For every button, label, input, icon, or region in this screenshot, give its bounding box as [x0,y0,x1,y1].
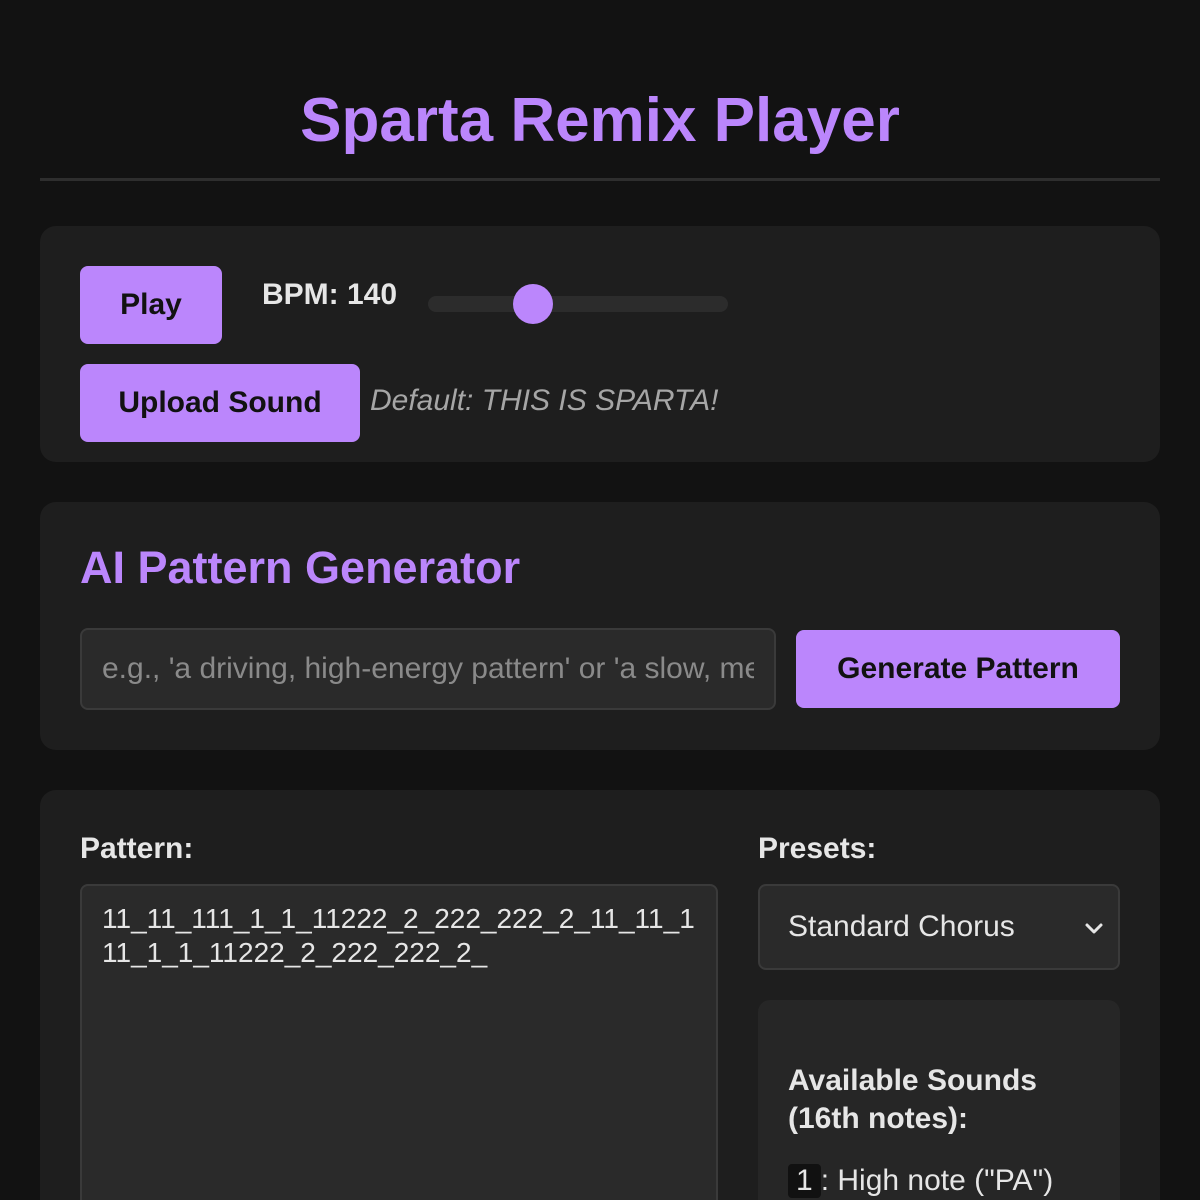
title-divider [40,178,1160,181]
available-sounds-panel: Available Sounds (16th notes): 1: High n… [758,1000,1120,1200]
presets-selected-value: Standard Chorus [788,910,1015,943]
default-sound-note: Default: THIS IS SPARTA! [370,384,719,417]
pattern-label: Pattern: [80,832,194,865]
page: Sparta Remix Player Play BPM: 140 Upload… [0,0,1200,1200]
play-button[interactable]: Play [80,266,222,344]
bpm-label: BPM: 140 [262,278,398,311]
pattern-prompt-input[interactable] [80,628,776,710]
chevron-down-icon [1085,923,1103,934]
bpm-slider-thumb[interactable] [513,284,553,324]
upload-sound-button[interactable]: Upload Sound [80,364,360,442]
pattern-editor-card: Pattern: Presets: Standard Chorus Availa… [40,790,1160,1200]
bpm-slider[interactable] [428,296,728,312]
pattern-textarea[interactable] [80,884,718,1200]
ai-generator-heading: AI Pattern Generator [80,542,521,593]
sound-item: 1: High note ("PA") [788,1164,1090,1198]
page-title: Sparta Remix Player [300,86,900,155]
generate-pattern-button[interactable]: Generate Pattern [796,630,1120,708]
presets-select[interactable]: Standard Chorus [758,884,1120,970]
sound-key: 1 [788,1164,821,1198]
presets-label: Presets: [758,832,877,865]
player-controls-card: Play BPM: 140 Upload Sound Default: THIS… [40,226,1160,462]
available-sounds-title: Available Sounds (16th notes): [788,1064,1037,1135]
ai-generator-card: AI Pattern Generator Generate Pattern [40,502,1160,750]
sound-description: : High note ("PA") [820,1164,1054,1197]
